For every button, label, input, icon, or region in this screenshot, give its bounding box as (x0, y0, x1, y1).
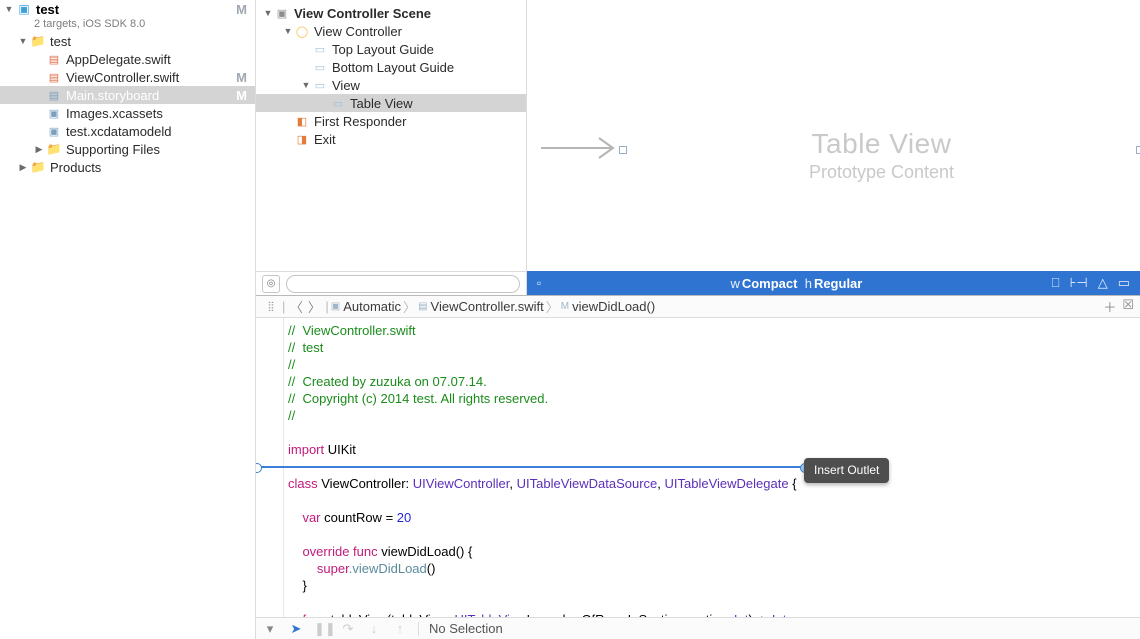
document-outline: ▼ ▣ View Controller Scene ▼ ◯ View Contr… (256, 0, 527, 295)
assistant-editor[interactable]: // ViewController.swift // test // // Cr… (256, 318, 1140, 617)
pin-constraints-icon[interactable]: ⊦⊣ (1070, 275, 1088, 291)
nav-item-supporting-files[interactable]: ▶ 📁 Supporting Files (0, 140, 255, 158)
outline-tableview[interactable]: ▭ Table View (256, 94, 526, 112)
nav-item-products[interactable]: ▶ 📁 Products (0, 158, 255, 176)
outline-bottom-layout-guide[interactable]: ▭ Bottom Layout Guide (256, 58, 526, 76)
swift-file-icon: ▤ (418, 301, 427, 312)
breakpoint-icon[interactable]: ➤ (288, 621, 304, 637)
crumb-method[interactable]: MviewDidLoad() (561, 299, 655, 314)
view-icon: ▭ (312, 79, 328, 92)
storyboard-file-icon: ▤ (46, 89, 62, 102)
pause-icon[interactable]: ❚❚ (314, 621, 330, 637)
resolve-icon[interactable]: △ (1098, 275, 1108, 291)
xcdatamodel-icon: ▣ (46, 125, 62, 138)
target-icon: ▣ (331, 301, 340, 312)
outline-first-responder[interactable]: ◧ First Responder (256, 112, 526, 130)
tableview-icon: ▭ (330, 97, 346, 110)
tableview-subtitle: Prototype Content (623, 162, 1140, 183)
layout-guide-icon: ▭ (312, 43, 328, 56)
folder-icon: 📁 (30, 34, 46, 48)
nav-item-appdelegate[interactable]: ▤ AppDelegate.swift (0, 50, 255, 68)
outline-filter-input[interactable] (286, 275, 520, 293)
crumb-file[interactable]: ▤ViewController.swift (418, 299, 544, 314)
nav-item-images[interactable]: ▣ Images.xcassets (0, 104, 255, 122)
debug-no-selection: No Selection (429, 621, 503, 636)
folder-icon: 📁 (46, 142, 62, 156)
first-responder-icon: ◧ (294, 115, 310, 128)
nav-item-xcdatamodel[interactable]: ▣ test.xcdatamodeld (0, 122, 255, 140)
nav-item-storyboard[interactable]: ▤ Main.storyboard M (0, 86, 255, 104)
swift-file-icon: ▤ (46, 71, 62, 84)
add-assistant-icon[interactable]: ＋ (1103, 297, 1116, 316)
align-icon[interactable]: ⎕ (1052, 275, 1060, 291)
step-out-icon[interactable]: ↑ (392, 621, 408, 636)
step-over-icon[interactable]: ↷ (340, 621, 356, 637)
tableview-title: Table View (623, 128, 1140, 160)
outlet-insertion-indicator (256, 466, 806, 468)
exit-icon: ◨ (294, 133, 310, 146)
forward-icon[interactable]: 〉 (305, 297, 323, 316)
outline-scene[interactable]: ▼ ▣ View Controller Scene (256, 4, 526, 22)
outline-top-layout-guide[interactable]: ▭ Top Layout Guide (256, 40, 526, 58)
swift-file-icon: ▤ (46, 53, 62, 66)
nav-item-test-folder[interactable]: ▼ 📁 test (0, 32, 255, 50)
back-icon[interactable]: 〈 (287, 297, 305, 316)
xcassets-icon: ▣ (46, 107, 62, 120)
step-into-icon[interactable]: ↓ (366, 621, 382, 636)
crumb-automatic[interactable]: ▣Automatic (331, 299, 401, 314)
viewcontroller-icon: ◯ (294, 25, 310, 38)
outline-viewcontroller[interactable]: ▼ ◯ View Controller (256, 22, 526, 40)
tableview-object[interactable]: Table View Prototype Content (623, 0, 1140, 271)
filter-button[interactable]: ◎ (262, 275, 280, 293)
nav-item-viewcontroller[interactable]: ▤ ViewController.swift M (0, 68, 255, 86)
nav-project-subtitle: 2 targets, iOS SDK 8.0 (0, 18, 255, 32)
method-icon: M (561, 301, 569, 312)
insert-outlet-tooltip: Insert Outlet (804, 458, 889, 483)
close-assistant-icon[interactable]: ☒ (1122, 297, 1134, 316)
outline-exit[interactable]: ◨ Exit (256, 130, 526, 148)
outline-view[interactable]: ▼ ▭ View (256, 76, 526, 94)
size-class-bar[interactable]: ▫ wCompact hRegular ⎕ ⊦⊣ △ ▭ (527, 271, 1140, 295)
assistant-jump-bar[interactable]: ⦙⦙ | 〈 〉 | ▣Automatic 〉 ▤ViewController.… (256, 296, 1140, 318)
debug-toggle-icon[interactable]: ▾ (262, 621, 278, 637)
related-items-icon[interactable]: ⦙⦙ (262, 299, 280, 315)
scene-icon: ▣ (274, 7, 290, 20)
layout-guide-icon: ▭ (312, 61, 328, 74)
nav-project[interactable]: ▼ ▣ test M (0, 0, 255, 18)
folder-icon: 📁 (30, 160, 46, 174)
pin-icon[interactable]: ▫ (527, 276, 551, 290)
ib-canvas[interactable]: Table View Prototype Content (527, 0, 1140, 271)
entry-arrow-icon (541, 136, 621, 160)
resizing-icon[interactable]: ▭ (1118, 275, 1130, 291)
source-code[interactable]: // ViewController.swift // test // // Cr… (288, 322, 1140, 617)
project-icon: ▣ (16, 2, 32, 16)
project-navigator: ▼ ▣ test M 2 targets, iOS SDK 8.0 ▼ 📁 te… (0, 0, 256, 639)
debug-bar: ▾ ➤ ❚❚ ↷ ↓ ↑ No Selection (256, 617, 1140, 639)
